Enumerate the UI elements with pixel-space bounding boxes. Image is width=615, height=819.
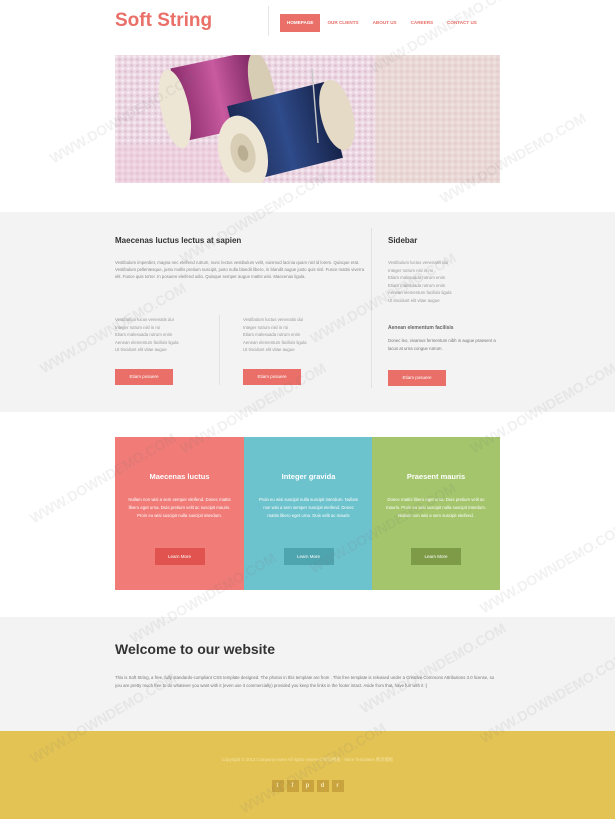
- rss-icon[interactable]: r: [331, 780, 344, 792]
- nav-item-our-clients[interactable]: OUR CLIENTS: [320, 14, 365, 32]
- facebook-icon[interactable]: f: [286, 780, 299, 792]
- list-item: Integer rutrum nisl in mi: [115, 324, 160, 330]
- feature-box-integer: Integer gravida Proin eu wisi suscipit n…: [244, 437, 373, 590]
- spools-illustration: [115, 55, 500, 183]
- sidebar-divider: [371, 228, 372, 388]
- nav-item-about-us[interactable]: ABOUT US: [366, 14, 404, 32]
- list-item: Aenean elementum facilisis ligula: [243, 339, 307, 345]
- nav-item-homepage[interactable]: HOMEPAGE: [280, 14, 321, 32]
- sidebar-text: Donec leo, vivamus fermentum nibh in aug…: [388, 338, 496, 351]
- column-divider: [219, 315, 220, 385]
- banner-image: [115, 55, 500, 183]
- sidebar-etiam-posuere-button[interactable]: Etiam posuere: [388, 370, 446, 386]
- dribbble-icon[interactable]: d: [316, 780, 329, 792]
- sidebar-link[interactable]: Etiam malesuada rutrum enim: [388, 282, 500, 290]
- twitter-icon[interactable]: t: [271, 780, 284, 792]
- sidebar-link[interactable]: Integer rutrum nisl in mi: [388, 267, 500, 275]
- site-footer: [0, 731, 615, 819]
- sidebar-link[interactable]: Aenean elementum facilisis ligula: [388, 289, 500, 297]
- list-item: Ut tincidunt elit vitae augue: [115, 347, 167, 352]
- main-nav: HOMEPAGE OUR CLIENTS ABOUT US CAREERS CO…: [280, 14, 484, 32]
- list-item: Ut tincidunt elit vitae augue: [243, 347, 295, 352]
- main-paragraph: Vestibulum imperdiet, magna nec eleifend…: [115, 260, 365, 279]
- list-item: Etiam malesuada rutrum enim: [243, 332, 301, 337]
- list-column-1: Vestibulum lucus venenatis dui Integer r…: [115, 316, 225, 354]
- welcome-title: Welcome to our website: [115, 641, 275, 657]
- feature-box-text: Donec mattis libero eget urna. Duis pret…: [385, 497, 487, 518]
- learn-more-button[interactable]: Learn More: [283, 548, 334, 565]
- etiam-posuere-button-1[interactable]: Etiam posuere: [115, 369, 173, 385]
- list-item: Etiam malesuada rutrum enim: [115, 332, 173, 337]
- sidebar-link[interactable]: Etiam malesuada rutrum enim: [388, 274, 500, 282]
- sidebar-title: Sidebar: [388, 236, 418, 245]
- etiam-posuere-button-2[interactable]: Etiam posuere: [243, 369, 301, 385]
- nav-item-careers[interactable]: CAREERS: [404, 14, 440, 32]
- nav-item-contact-us[interactable]: CONTACT US: [440, 14, 484, 32]
- feature-box-text: Proin eu wisi suscipit nulla suscipit in…: [258, 497, 359, 518]
- social-links: t f p d r: [0, 780, 615, 792]
- feature-box-praesent: Praesent mauris Donec mattis libero eget…: [372, 437, 500, 590]
- feature-box-title: Praesent mauris: [406, 472, 466, 481]
- sidebar-link[interactable]: Ut tincidunt elit vitae augue: [388, 297, 500, 305]
- feature-box-text: Nullam non wisi a sem semper eleifend. D…: [128, 497, 231, 518]
- nav-divider: [268, 6, 269, 36]
- list-item: Vestibulum luctus venenatis dui: [243, 317, 303, 322]
- sidebar-list: Vestibulum luctus venenatis dui Integer …: [388, 259, 500, 304]
- feature-box-maecenas: Maecenas luctus Nullam non wisi a sem se…: [115, 437, 244, 590]
- site-header: Soft String HOMEPAGE OUR CLIENTS ABOUT U…: [0, 0, 615, 50]
- content-section: [0, 212, 615, 412]
- list-item: Integer rutrum nisl in mi: [243, 324, 288, 330]
- feature-box-title: Integer gravida: [281, 472, 336, 481]
- list-item: Vestibulum lucus venenatis dui: [115, 317, 174, 322]
- learn-more-button[interactable]: Learn More: [411, 548, 461, 565]
- list-column-2: Vestibulum luctus venenatis dui Integer …: [243, 316, 353, 354]
- pinterest-icon[interactable]: p: [301, 780, 314, 792]
- sidebar-subtitle: Aenean elementum facilisis: [388, 325, 454, 331]
- learn-more-button[interactable]: Learn More: [154, 548, 205, 565]
- main-title: Maecenas luctus lectus at sapien: [115, 236, 242, 245]
- copyright-text: Copyright © 2013 Company name All rights…: [221, 757, 394, 762]
- site-logo[interactable]: Soft String: [115, 10, 212, 32]
- welcome-text: This is Soft String, a free, fully stand…: [115, 675, 495, 688]
- list-item: Aenean elementum facilisis ligula: [115, 339, 179, 345]
- feature-box-title: Maecenas luctus: [149, 472, 210, 481]
- sidebar-link[interactable]: Vestibulum luctus venenatis dui: [388, 259, 500, 267]
